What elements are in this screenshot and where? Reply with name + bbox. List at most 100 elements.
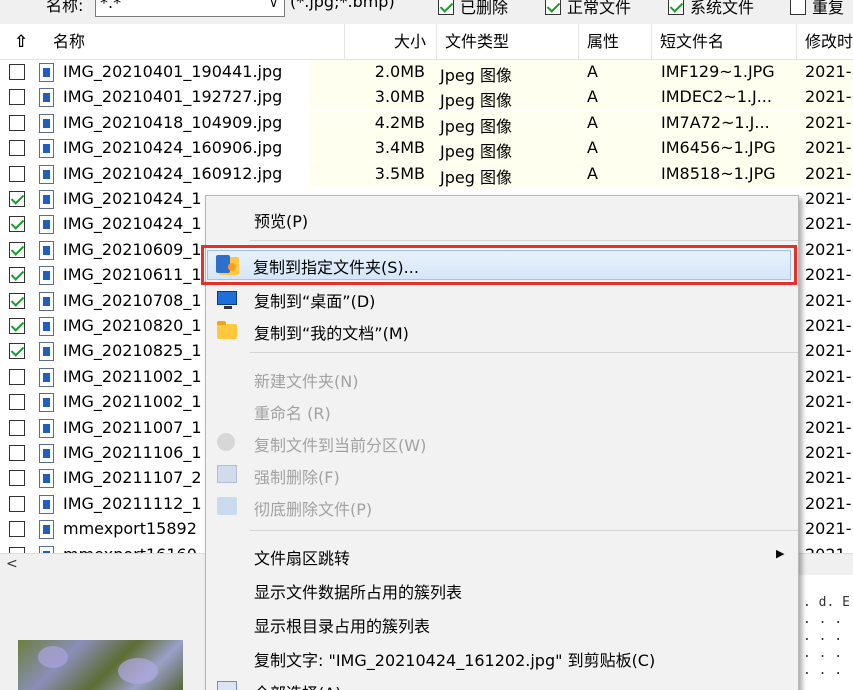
column-header: ⇧ 名称 大小 文件类型 属性 短文件名 修改时 [0,24,853,60]
checkbox[interactable] [438,0,454,15]
file-modified: 2021- [805,62,852,81]
table-row[interactable]: IMG_20210424_160912.jpg 3.5MB Jpeg 图像 A IM85… [0,161,853,187]
file-type: Jpeg 图像 [440,116,512,136]
file-size: 4.2MB [374,112,425,132]
trash-icon [217,497,237,515]
row-checkbox[interactable] [9,495,25,512]
filter-deleted[interactable]: 已删除 [438,0,508,18]
scroll-left-icon[interactable]: < [6,556,18,572]
file-modified: 2021- [805,138,852,158]
file-modified: 2021- [805,265,852,285]
row-checkbox[interactable] [9,114,25,131]
row-checkbox[interactable] [9,267,25,284]
image-file-icon [39,545,54,553]
file-name: IMG_20211106_1 [63,443,202,462]
chevron-down-icon[interactable]: ∨ [269,0,278,10]
file-name: IMG_20210401_190441.jpg [63,62,283,81]
menu-item-select-all[interactable]: 全部选择(A) [206,674,798,690]
row-checkbox[interactable] [9,191,25,207]
copy-to-folder-icon [216,255,239,275]
column-attr[interactable]: 属性 [579,24,652,60]
row-checkbox[interactable] [9,419,25,436]
menu-item-show-clusters[interactable]: 显示文件数据所占用的簇列表 [206,573,798,605]
file-name: IMG_20210611_1 [63,265,202,285]
file-name: IMG_20210825_1 [63,341,202,361]
hex-line: . . . . [803,646,853,661]
disk-icon [217,433,235,451]
hex-line: . . . . [803,663,853,678]
column-modified[interactable]: 修改时 [797,24,853,60]
file-name: IMG_20210401_192727.jpg [63,87,283,107]
row-checkbox[interactable] [9,241,25,258]
image-file-icon [39,342,54,362]
file-short-name: IM6456~1.JPG [661,138,776,158]
filter-system[interactable]: 系统文件 [668,0,754,18]
file-attr: A [587,62,598,81]
desktop-icon [217,291,237,309]
image-file-icon [39,266,54,286]
row-checkbox[interactable] [9,343,25,360]
name-filter-combo[interactable]: *.* ∨ [95,0,285,17]
table-row[interactable]: IMG_20210401_192727.jpg 3.0MB Jpeg 图像 A IMDE… [0,85,853,111]
menu-separator [250,240,798,241]
filter-normal[interactable]: 正常文件 [545,0,631,18]
menu-item-show-root-clusters[interactable]: 显示根目录占用的簇列表 [206,607,798,639]
filter-duplicate[interactable]: 重复 [790,0,844,18]
file-name: IMG_20210424_160906.jpg [63,138,283,158]
file-modified: 2021- [805,290,852,310]
submenu-arrow-icon: ▶ [776,547,785,560]
row-checkbox[interactable] [9,394,25,411]
row-checkbox[interactable] [9,165,25,182]
checkbox[interactable] [790,0,806,15]
file-modified: 2021- [805,214,852,234]
column-name[interactable]: 名称 [45,24,345,60]
file-modified: 2021- [805,545,852,553]
checkbox[interactable] [545,0,561,15]
row-checkbox[interactable] [9,64,25,80]
row-checkbox[interactable] [9,368,25,385]
extension-filter-label: (*.jpg;*.bmp) [290,0,395,11]
row-checkbox[interactable] [9,521,25,538]
menu-item-copy-to-folder-active[interactable]: 复制到指定文件夹(S)... [205,249,795,281]
file-modified: 2021- [805,468,852,488]
file-size: 2.0MB [374,62,425,81]
menu-item-copy-to-documents[interactable]: 复制到“我的文档”(M) [206,314,798,346]
file-type: Jpeg 图像 [440,91,512,111]
menu-item-preview[interactable]: 预览(P) [206,202,798,234]
menu-item-new-folder[interactable]: 新建文件夹(N) [206,362,798,394]
row-checkbox[interactable] [9,318,25,334]
column-type[interactable]: 文件类型 [437,24,579,60]
column-size[interactable]: 大小 [345,24,437,60]
table-row[interactable]: IMG_20210424_160906.jpg 3.4MB Jpeg 图像 A IM64… [0,136,853,162]
table-row[interactable]: IMG_20210418_104909.jpg 4.2MB Jpeg 图像 A IM7A… [0,110,853,136]
file-name: IMG_20210424_1 [63,189,202,208]
row-checkbox[interactable] [9,292,25,309]
image-file-icon [39,291,54,311]
row-checkbox[interactable] [9,445,25,461]
file-attr: A [587,87,598,107]
column-short-name[interactable]: 短文件名 [652,24,797,60]
menu-item-rename[interactable]: 重命名 (R) [206,394,798,426]
checkbox[interactable] [668,0,684,15]
menu-item-permanent-delete[interactable]: 彻底删除文件(P) [206,490,798,522]
menu-item-copy-text[interactable]: 复制文字: "IMG_20210424_161202.jpg" 到剪贴板(C) [206,641,798,673]
table-row[interactable]: IMG_20210401_190441.jpg 2.0MB Jpeg 图像 A IMF1… [0,60,853,85]
row-checkbox[interactable] [9,470,25,487]
image-file-icon [39,139,54,159]
file-name: IMG_20210708_1 [63,290,202,310]
file-name: IMG_20211007_1 [63,417,202,437]
menu-item-sector-jump[interactable]: 文件扇区跳转 ▶ [206,539,798,571]
menu-item-copy-to-desktop[interactable]: 复制到“桌面”(D) [206,282,798,314]
menu-item-copy-to-partition[interactable]: 复制文件到当前分区(W) [206,426,798,458]
row-checkbox[interactable] [9,216,25,233]
file-short-name: IMDEC2~1.J... [661,87,772,107]
file-attr: A [587,112,598,132]
hex-line: . . . . [803,612,853,627]
row-checkbox[interactable] [9,140,25,157]
sort-up-icon[interactable]: ⇧ [14,24,28,60]
row-checkbox[interactable] [9,89,25,106]
menu-item-force-delete[interactable]: 强制删除(F) [206,458,798,490]
file-modified: 2021- [805,87,852,107]
image-file-icon [39,317,54,336]
file-type: Jpeg 图像 [440,142,512,162]
